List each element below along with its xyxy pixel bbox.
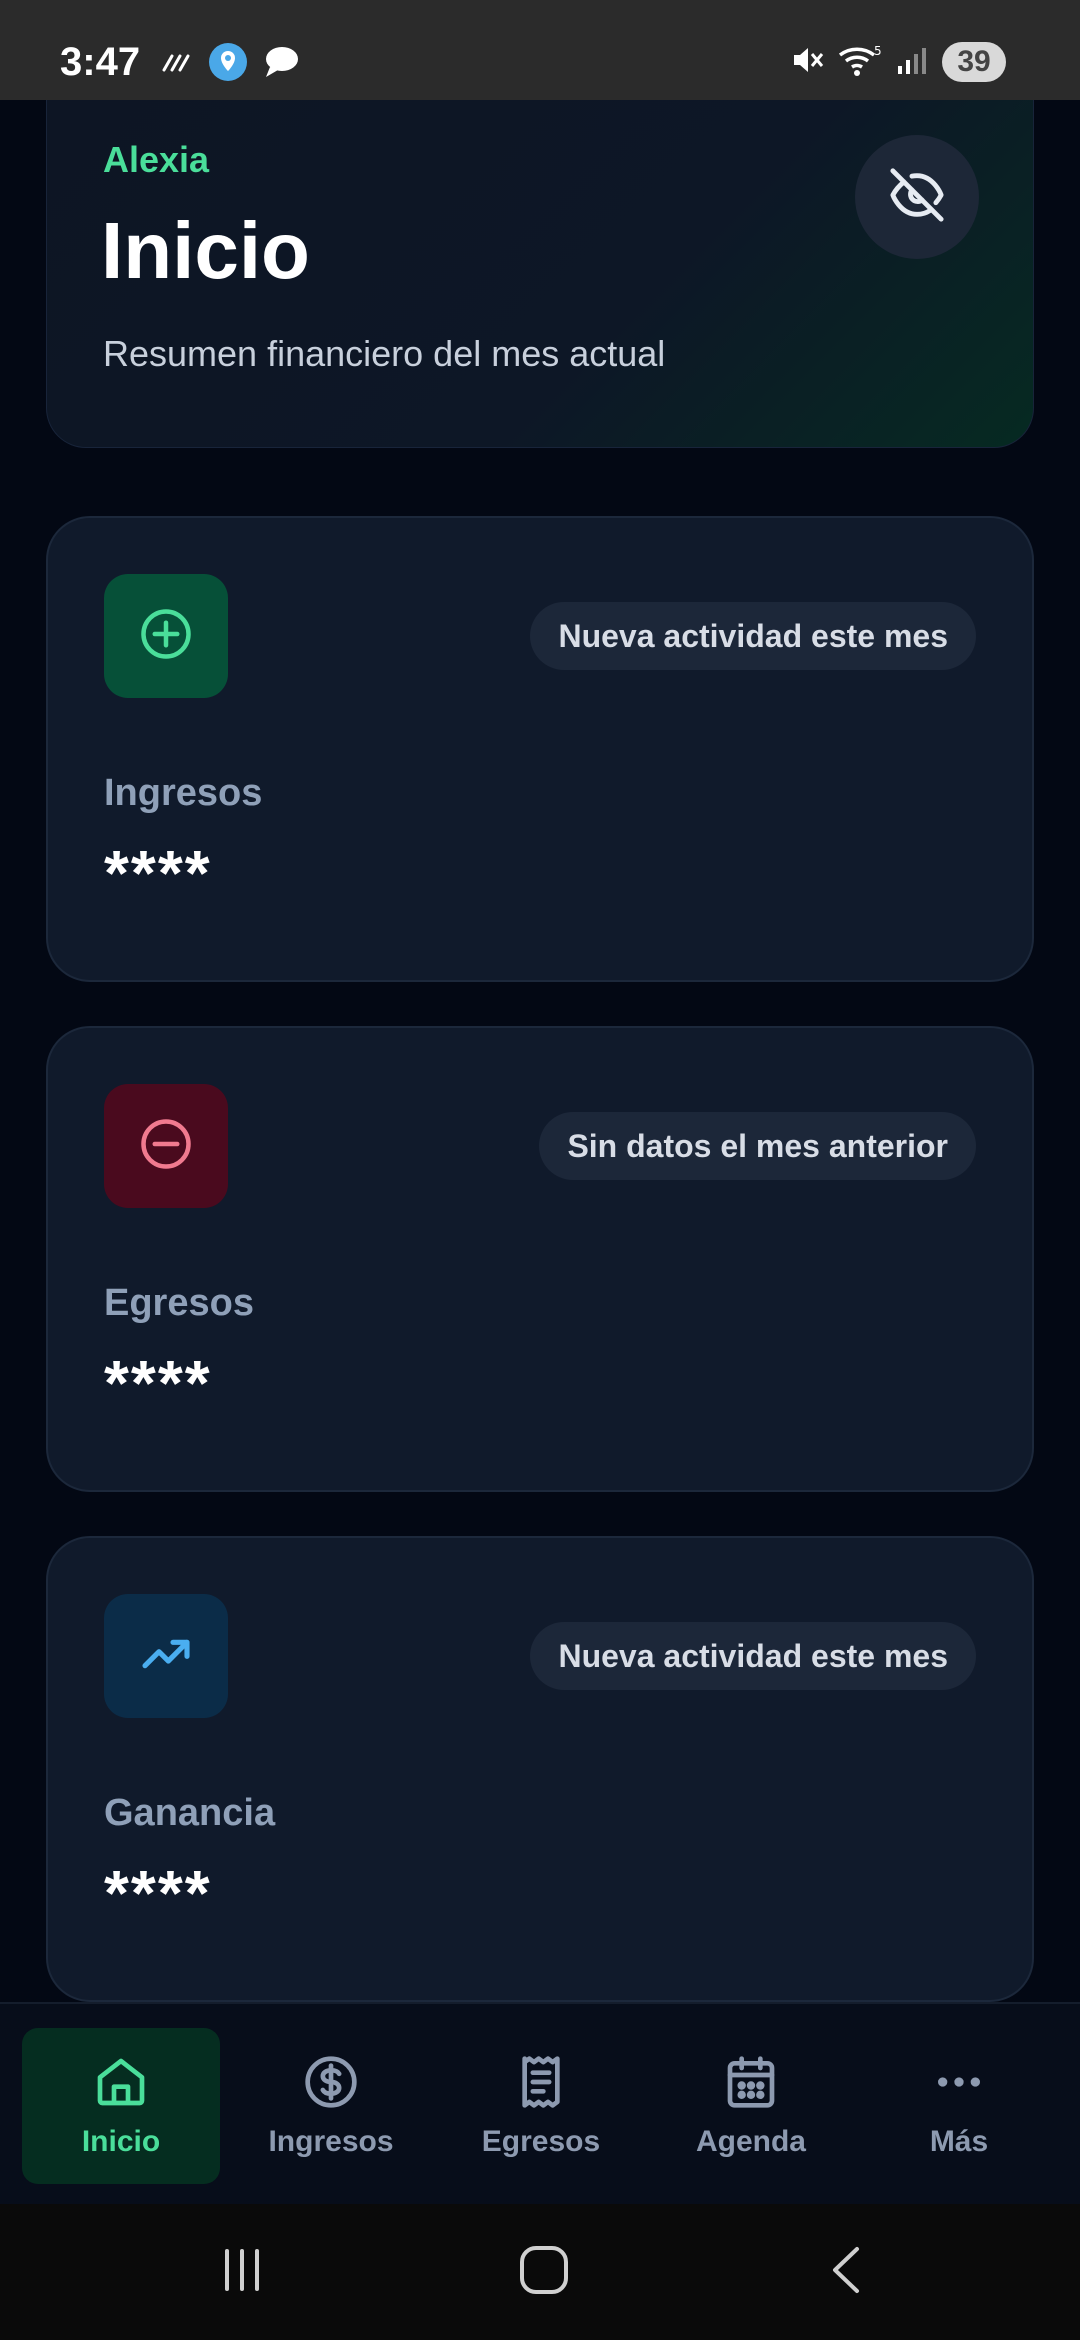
profit-label: Ganancia [104, 1792, 276, 1834]
nav-label-ingresos: Ingresos [268, 2124, 394, 2158]
mute-icon [790, 43, 824, 82]
nav-item-ingresos[interactable]: Ingresos [232, 2028, 430, 2184]
header-card: Alexia Inicio Resumen financiero del mes… [46, 100, 1034, 448]
eye-off-icon [888, 166, 946, 229]
user-name: Alexia [103, 139, 210, 180]
dollar-circle-icon [303, 2054, 359, 2115]
back-button[interactable] [818, 2242, 878, 2302]
income-label: Ingresos [104, 772, 263, 814]
home-system-button[interactable] [514, 2242, 574, 2302]
drive-mode-icon [160, 50, 194, 79]
battery-indicator: 39 [942, 42, 1006, 82]
status-bar: 3:47 5 39 [0, 0, 1080, 100]
nav-item-inicio[interactable]: Inicio [22, 2028, 220, 2184]
expenses-value: **** [104, 1347, 212, 1419]
income-badge: Nueva actividad este mes [530, 602, 976, 670]
status-time: 3:47 [60, 40, 141, 84]
income-icon-box [104, 574, 228, 698]
recent-apps-button[interactable] [212, 2242, 272, 2302]
toggle-visibility-button[interactable] [855, 135, 979, 259]
nav-item-egresos[interactable]: Egresos [442, 2028, 640, 2184]
page-subtitle: Resumen financiero del mes actual [103, 333, 666, 374]
page-title: Inicio [101, 206, 310, 295]
location-app-icon [208, 42, 248, 87]
nav-label-egresos: Egresos [481, 2124, 601, 2158]
chat-bubble-icon [262, 45, 300, 84]
expenses-label: Egresos [104, 1282, 254, 1324]
home-square-icon [518, 2244, 570, 2301]
back-chevron-icon [823, 2245, 873, 2300]
nav-label-agenda: Agenda [695, 2124, 806, 2158]
nav-item-agenda[interactable]: Agenda [652, 2028, 850, 2184]
profit-value: **** [104, 1857, 212, 1929]
receipt-icon [513, 2054, 569, 2115]
minus-circle-icon [139, 1117, 193, 1176]
recent-apps-icon [217, 2245, 267, 2300]
nav-item-mas[interactable]: Más [860, 2028, 1058, 2184]
wifi-icon: 5 [838, 43, 882, 82]
profit-card[interactable]: Nueva actividad este mes Ganancia **** [46, 1536, 1034, 2002]
signal-icon [896, 44, 928, 81]
status-left-icons [160, 42, 300, 87]
nav-label-inicio: Inicio [81, 2124, 161, 2158]
home-icon [93, 2054, 149, 2115]
plus-circle-icon [139, 607, 193, 666]
svg-text:5: 5 [874, 44, 882, 58]
calendar-icon [723, 2054, 779, 2115]
expenses-card[interactable]: Sin datos el mes anterior Egresos **** [46, 1026, 1034, 1492]
main-content[interactable]: Alexia Inicio Resumen financiero del mes… [0, 100, 1080, 2002]
trending-up-icon [138, 1626, 194, 1687]
system-nav-bar [0, 2204, 1080, 2340]
nav-label-mas: Más [929, 2124, 989, 2158]
income-card[interactable]: Nueva actividad este mes Ingresos **** [46, 516, 1034, 982]
profit-badge: Nueva actividad este mes [530, 1622, 976, 1690]
status-right-icons: 5 39 [790, 42, 1006, 82]
income-value: **** [104, 837, 212, 909]
more-icon [931, 2054, 987, 2115]
bottom-nav: Inicio Ingresos Egresos Agenda Más [0, 2002, 1080, 2204]
expenses-badge: Sin datos el mes anterior [539, 1112, 976, 1180]
expenses-icon-box [104, 1084, 228, 1208]
profit-icon-box [104, 1594, 228, 1718]
